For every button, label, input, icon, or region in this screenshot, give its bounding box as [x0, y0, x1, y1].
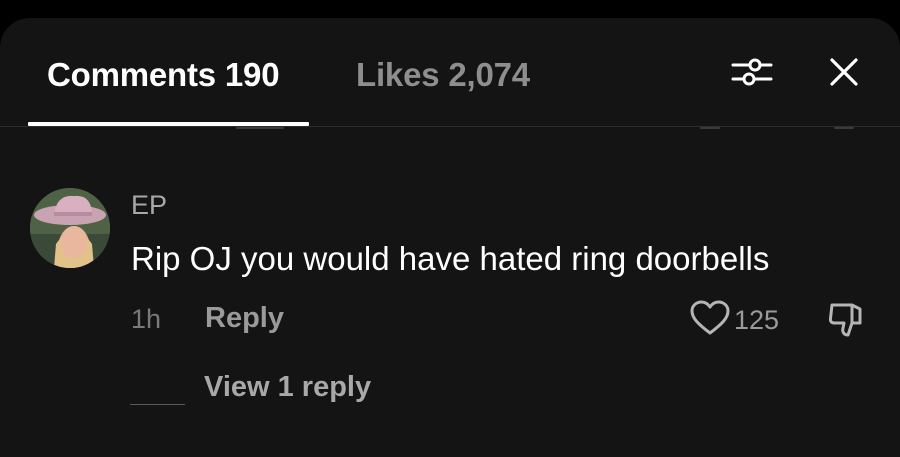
reply-button[interactable]: Reply: [205, 302, 284, 335]
tab-likes-count: 2,074: [448, 56, 530, 93]
comment-text: Rip OJ you would have hated ring doorbel…: [131, 240, 770, 277]
like-count: 125: [734, 305, 780, 335]
thumbs-down-icon: [828, 303, 862, 337]
view-replies-button[interactable]: View 1 reply: [204, 371, 371, 404]
heart-icon: [690, 300, 730, 335]
tab-comments[interactable]: Comments 190: [47, 56, 280, 94]
comment-username[interactable]: EP: [131, 190, 167, 221]
filter-button[interactable]: [728, 48, 776, 96]
clipped-content-remnant: [834, 122, 854, 130]
tab-bar: Comments 190 Likes 2,074: [0, 18, 900, 130]
tab-comments-label: Comments: [47, 56, 216, 93]
comment-item: EP Rip OJ you would have hated ring door…: [0, 178, 900, 438]
avatar-photo: [30, 188, 110, 268]
dislike-button[interactable]: [824, 298, 868, 342]
close-icon: [830, 58, 858, 86]
clipped-content-remnant: [700, 122, 720, 130]
tab-comments-count: 190: [224, 56, 280, 93]
close-button[interactable]: [820, 48, 868, 96]
like-button[interactable]: [688, 298, 732, 338]
tabs-divider: [0, 126, 900, 127]
comments-panel: Comments 190 Likes 2,074 EP Rip OJ you w…: [0, 18, 900, 457]
tab-likes-label: Likes: [356, 56, 440, 93]
tab-likes[interactable]: Likes 2,074: [356, 56, 530, 94]
replies-divider-line: [130, 404, 185, 405]
clipped-content-remnant: [236, 122, 284, 130]
comment-timestamp: 1h: [131, 304, 162, 334]
avatar[interactable]: [30, 188, 110, 268]
sliders-icon: [731, 58, 773, 86]
